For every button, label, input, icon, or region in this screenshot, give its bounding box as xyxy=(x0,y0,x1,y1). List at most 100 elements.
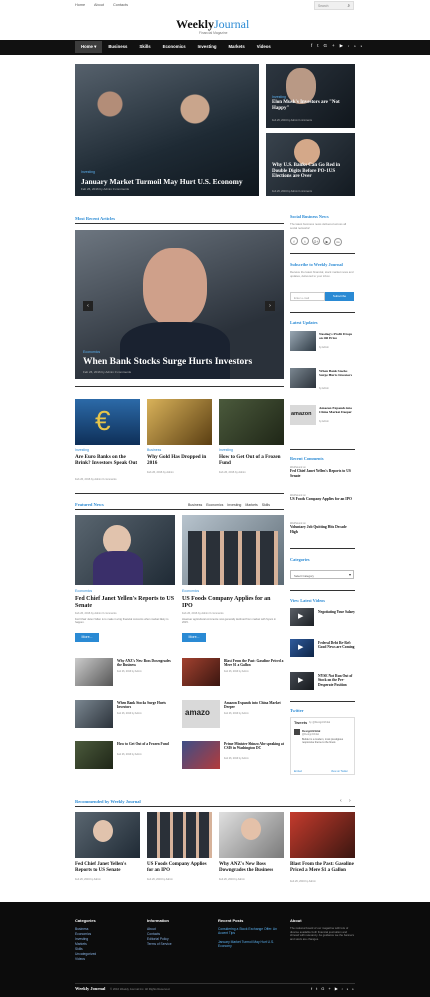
card-title[interactable]: How to Get Out of a Frozen Fund xyxy=(219,454,284,466)
video-title[interactable]: Negotiating Your Salary xyxy=(318,610,355,614)
video-item[interactable]: ▶ Negotiating Your Salary xyxy=(290,608,355,630)
play-icon[interactable]: ▶ xyxy=(298,612,303,620)
recommended-item[interactable]: US Foods Company Applies for an IPO Feb … xyxy=(147,812,212,887)
video-title[interactable]: NYSE Not Run Out of Stock on the Pre-Des… xyxy=(318,674,355,687)
google-plus-icon[interactable]: G+ xyxy=(312,237,320,245)
recommended-item[interactable]: Blast From the Past: Gasoline Priced a M… xyxy=(290,812,355,887)
recommended-title[interactable]: Fed Chief Janet Yellen's Reports to US S… xyxy=(75,862,140,874)
nav-economics[interactable]: Economics xyxy=(157,41,192,53)
hero-main-tag[interactable]: Investing xyxy=(81,170,95,174)
hero-bottom-card[interactable]: Why U.S. Banks Can Go Red in Double Digi… xyxy=(266,133,355,196)
video-item[interactable]: ▶ Federal Debt Re-Ref: Good News are Com… xyxy=(290,639,355,661)
hero-top-title[interactable]: Elon Musk's Investors are "Not Happy" xyxy=(272,100,352,111)
video-item[interactable]: ▶ NYSE Not Run Out of Stock on the Pre-D… xyxy=(290,672,355,694)
list-item[interactable]: When Bank Stocks Surge Hurts Investors F… xyxy=(75,700,175,728)
youtube-icon[interactable]: ▶ xyxy=(335,986,342,991)
featured-tab-skills[interactable]: Skills xyxy=(262,503,270,507)
recent-slider-tag[interactable]: Economics xyxy=(83,350,100,354)
list-item-title[interactable]: How to Get Out of a Frozen Fund xyxy=(117,742,175,746)
recommended-title[interactable]: Why ANZ's New Boss Downgrades the Busine… xyxy=(219,862,284,874)
comment-item[interactable]: WebSound on Fed Chief Janet Yellen's Rep… xyxy=(290,466,355,478)
search-icon[interactable]: ⌕ xyxy=(347,3,350,8)
update-title[interactable]: Amazon Expands into China Market Deeper xyxy=(319,406,355,414)
hero-top-tag[interactable]: Investing xyxy=(272,95,286,99)
featured-tab-economics[interactable]: Economics xyxy=(206,503,223,507)
footer-link[interactable]: Videos xyxy=(75,957,135,962)
twitter-account-handle[interactable]: @DesignOrbital xyxy=(302,733,319,736)
card-tag[interactable]: Investing xyxy=(219,448,233,452)
update-item[interactable]: When Bank Stocks Surge Hurts Investors b… xyxy=(290,368,355,392)
comment-item[interactable]: WebSound on US Foods Company Applies for… xyxy=(290,494,355,502)
hero-main-title[interactable]: January Market Turmoil May Hurt U.S. Eco… xyxy=(81,177,243,186)
recommended-prev-icon[interactable]: ‹ xyxy=(340,798,342,804)
category-select[interactable]: Select Category ▾ xyxy=(290,570,354,579)
featured-right-tag[interactable]: Economics xyxy=(182,589,199,593)
list-item[interactable]: Why ANZ's New Boss Downgrades the Busine… xyxy=(75,658,175,686)
top-link-about[interactable]: About xyxy=(94,3,104,7)
top-link-home[interactable]: Home xyxy=(75,3,85,7)
footer-brand[interactable]: Weekly Journal xyxy=(75,986,105,991)
recent-slider-title[interactable]: When Bank Stocks Surge Hurts Investors xyxy=(83,357,252,367)
twitter-widget[interactable]: Tweets by @DesignOrbital DesignOrbital @… xyxy=(290,717,355,775)
featured-left-tag[interactable]: Economics xyxy=(75,589,92,593)
list-item[interactable]: Prime Minister Shinzo Abe speaking at CS… xyxy=(182,741,284,769)
card-title[interactable]: Why Gold Has Dropped in 2016 xyxy=(147,454,212,466)
nav-markets[interactable]: Markets xyxy=(222,41,250,53)
logo[interactable]: WeeklyJournal xyxy=(176,17,249,32)
list-item-title[interactable]: Blast From the Past: Gasoline Priced a M… xyxy=(224,659,284,668)
nav-videos[interactable]: Videos xyxy=(251,41,277,53)
list-item-title[interactable]: Prime Minister Shinzo Abe speaking at CS… xyxy=(224,742,284,751)
featured-right-title[interactable]: US Foods Company Applies for an IPO xyxy=(182,596,282,610)
recommended-next-icon[interactable]: › xyxy=(349,798,351,804)
article-card[interactable]: Business Why Gold Has Dropped in 2016 Fe… xyxy=(147,399,212,489)
subscribe-button[interactable]: Subscribe xyxy=(325,292,354,301)
facebook-icon[interactable]: f xyxy=(290,237,298,245)
nav-investing[interactable]: Investing xyxy=(192,41,223,53)
article-card[interactable]: Investing How to Get Out of a Frozen Fun… xyxy=(219,399,284,489)
featured-tab-markets[interactable]: Markets xyxy=(245,503,257,507)
recommended-item[interactable]: Fed Chief Janet Yellen's Reports to US S… xyxy=(75,812,140,887)
list-item[interactable]: amazo Amazon Expands into China Market D… xyxy=(182,700,284,728)
search-input[interactable]: Search ⌕ xyxy=(314,1,354,10)
twitter-view-link[interactable]: View on Twitter xyxy=(331,770,348,773)
comment-item[interactable]: WebSound on Voluntary Job Quitting Hits … xyxy=(290,522,355,534)
article-card[interactable]: € Investing Are Euro Banks on the Brink?… xyxy=(75,399,140,489)
play-icon[interactable]: ▶ xyxy=(298,676,303,684)
hero-top-card[interactable]: Investing Elon Musk's Investors are "Not… xyxy=(266,64,355,128)
comment-title[interactable]: Fed Chief Janet Yellen's Reports to US S… xyxy=(290,469,355,478)
list-item-title[interactable]: When Bank Stocks Surge Hurts Investors xyxy=(117,701,175,710)
google-plus-icon[interactable]: G+ xyxy=(321,986,334,991)
recommended-title[interactable]: Blast From the Past: Gasoline Priced a M… xyxy=(290,862,355,874)
hero-main-card[interactable]: Investing January Market Turmoil May Hur… xyxy=(75,64,259,196)
top-link-contacts[interactable]: Contacts xyxy=(113,3,128,7)
featured-tab-investing[interactable]: Investing xyxy=(227,503,241,507)
update-title[interactable]: When Bank Stocks Surge Hurts Investors xyxy=(319,369,355,377)
nav-business[interactable]: Business xyxy=(102,41,133,53)
list-item[interactable]: How to Get Out of a Frozen Fund Feb 26, … xyxy=(75,741,175,769)
twitter-embed-link[interactable]: Embed xyxy=(294,770,302,773)
footer-link[interactable]: January Market Turmoil May Hurt U.S. Eco… xyxy=(218,940,282,948)
featured-left[interactable]: Economics Fed Chief Janet Yellen's Repor… xyxy=(75,515,175,647)
list-item[interactable]: Blast From the Past: Gasoline Priced a M… xyxy=(182,658,284,686)
rss-icon[interactable]: rss xyxy=(334,238,342,246)
subscribe-email-input[interactable]: Enter e-mail xyxy=(290,292,325,301)
rss-icon[interactable]: rss xyxy=(348,44,367,48)
featured-right[interactable]: Economics US Foods Company Applies for a… xyxy=(182,515,284,647)
rss-icon[interactable]: rss xyxy=(342,987,358,991)
hero-bottom-title[interactable]: Why U.S. Banks Can Go Red in Double Digi… xyxy=(272,163,354,180)
slider-next-arrow-icon[interactable]: › xyxy=(265,301,275,311)
featured-tab-business[interactable]: Business xyxy=(188,503,202,507)
slider-prev-arrow-icon[interactable]: ‹ xyxy=(83,301,93,311)
youtube-icon[interactable]: ▶ xyxy=(323,237,331,245)
featured-left-title[interactable]: Fed Chief Janet Yellen's Reports to US S… xyxy=(75,596,175,610)
card-tag[interactable]: Business xyxy=(147,448,161,452)
featured-right-more-button[interactable]: More... xyxy=(182,633,206,642)
nav-home[interactable]: Home ▾ xyxy=(75,41,103,53)
update-title[interactable]: Nasdaq's Profit Drops on Oil Price xyxy=(319,332,355,340)
card-tag[interactable]: Investing xyxy=(75,448,89,452)
list-item-title[interactable]: Why ANZ's New Boss Downgrades the Busine… xyxy=(117,659,175,668)
update-item[interactable]: amazon Amazon Expands into China Market … xyxy=(290,405,355,429)
youtube-icon[interactable]: ▶ xyxy=(340,43,348,48)
video-title[interactable]: Federal Debt Re-Ref: Good News are Comin… xyxy=(318,641,355,650)
footer-link[interactable]: Considering a Stock Exchange Offer: An A… xyxy=(218,927,282,935)
